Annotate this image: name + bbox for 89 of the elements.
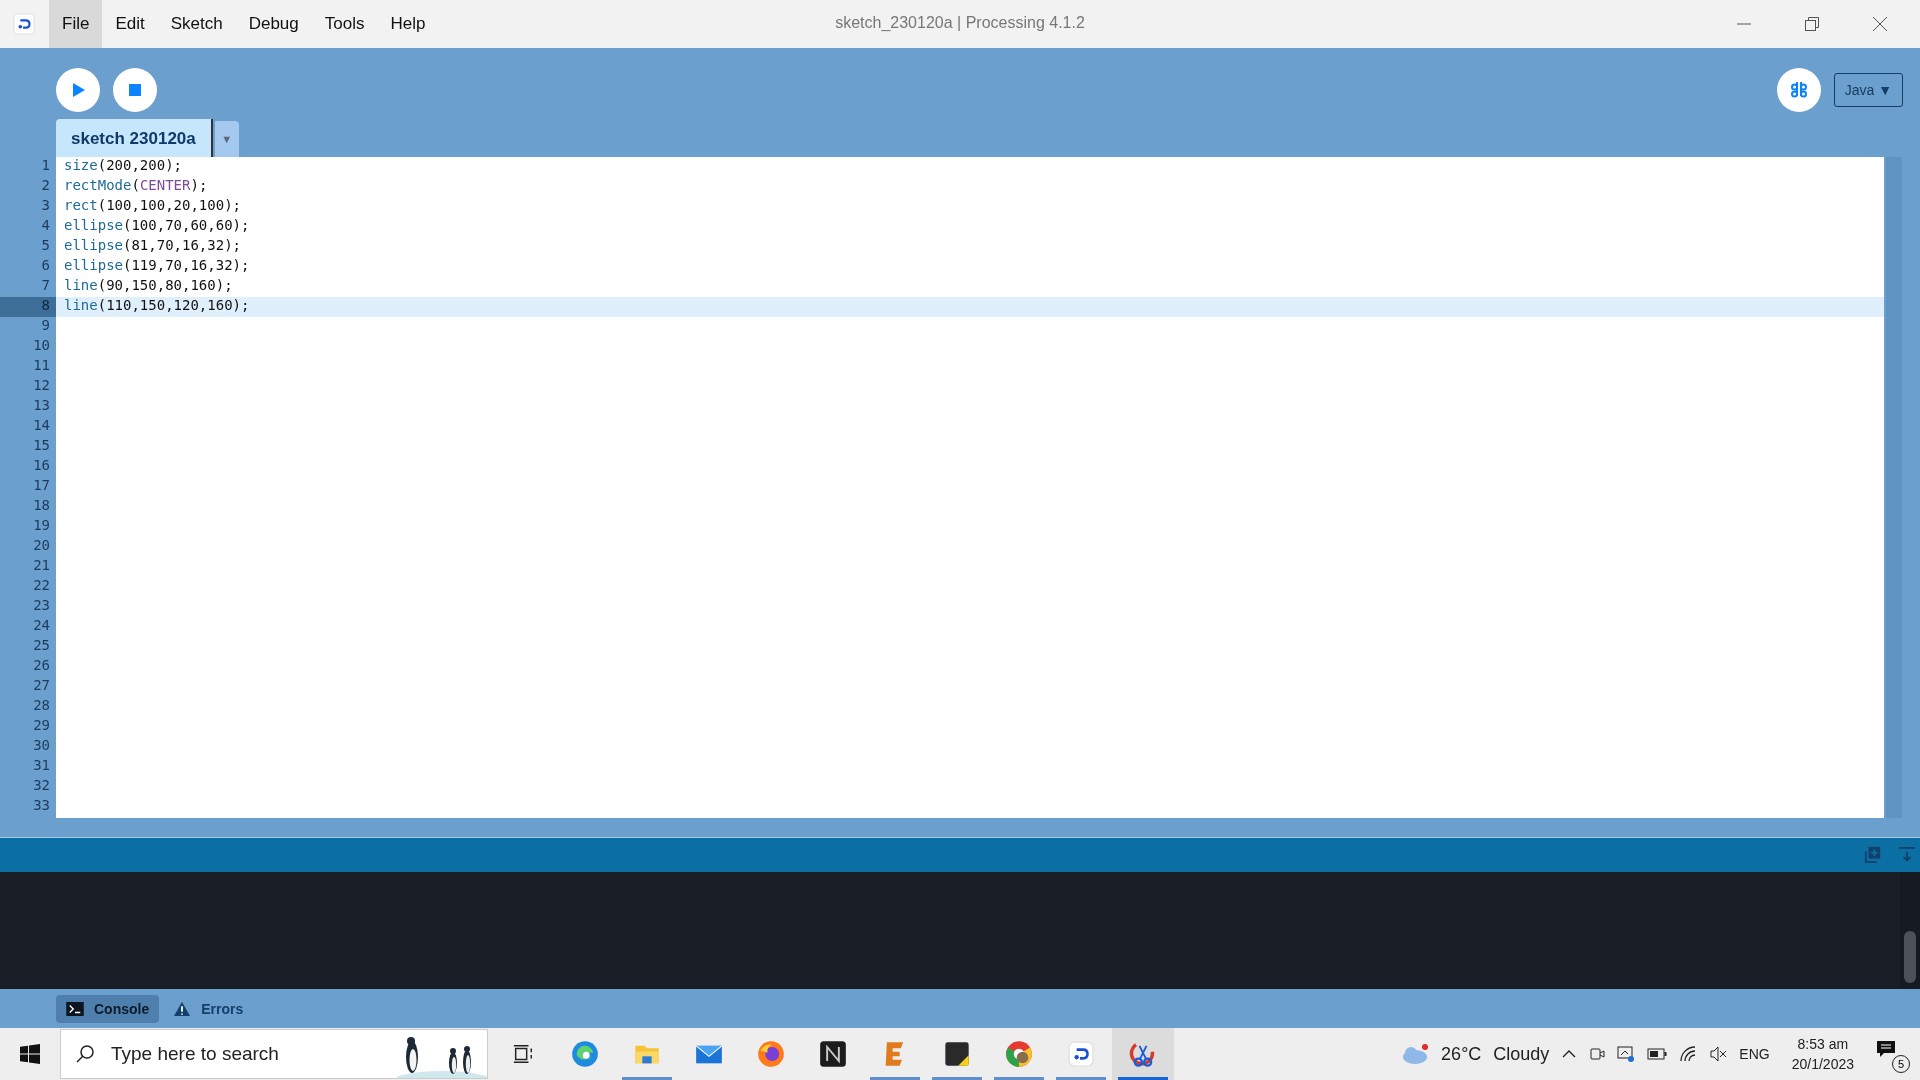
debugger-button[interactable] [1776, 68, 1821, 112]
running-indicator [1056, 1077, 1106, 1080]
sketch-tab[interactable]: sketch 230120a [56, 119, 213, 157]
start-icon[interactable] [20, 1044, 40, 1064]
line-number: 18 [32, 497, 51, 515]
battery-icon[interactable] [1647, 1048, 1668, 1060]
running-indicator [870, 1077, 920, 1080]
muted-speaker-icon[interactable] [1709, 1045, 1728, 1063]
running-indicator [994, 1077, 1044, 1080]
line-number: 27 [32, 677, 51, 695]
line-number: 5 [40, 237, 51, 255]
code-line: ellipse(81,70,16,32); [64, 237, 242, 253]
menu-item[interactable]: Sketch [157, 0, 236, 48]
line-number: 32 [32, 777, 51, 795]
menu-item[interactable]: File [49, 0, 103, 48]
code-line: ellipse(100,70,60,60); [64, 217, 250, 233]
menu-item[interactable]: Debug [235, 0, 312, 48]
line-number: 33 [32, 797, 51, 815]
terminal-icon [66, 1001, 84, 1016]
line-number: 11 [32, 357, 51, 375]
line-number: 22 [32, 577, 51, 595]
line-number: 25 [32, 637, 51, 655]
stop-button[interactable] [113, 68, 157, 112]
wifi-icon[interactable] [1679, 1045, 1698, 1063]
line-number: 10 [32, 337, 51, 355]
camera-icon[interactable] [1589, 1046, 1606, 1062]
browser-icon [571, 1040, 599, 1068]
line-number: 15 [32, 437, 51, 455]
browser-icon [757, 1040, 785, 1068]
line-number: 28 [32, 697, 51, 715]
run-button[interactable] [56, 68, 100, 112]
line-number: 24 [32, 617, 51, 635]
notification-icon[interactable] [1876, 1039, 1896, 1059]
sticky-note-icon [943, 1040, 971, 1068]
menu-item[interactable]: Help [377, 0, 439, 48]
console-tab[interactable]: Errors [163, 994, 254, 1023]
line-number: 9 [40, 317, 51, 335]
line-number: 14 [32, 417, 51, 435]
code-line: line(110,150,120,160); [64, 297, 250, 313]
line-number: 21 [32, 557, 51, 575]
processing-logo-icon [13, 13, 35, 35]
code-line: rect(100,100,20,100); [64, 197, 241, 213]
line-number: 12 [32, 377, 51, 395]
warning-icon [173, 1000, 192, 1017]
line-number: 17 [32, 477, 51, 495]
mode-dropdown[interactable]: Java ▼ [1833, 73, 1903, 107]
menu-item[interactable]: Tools [311, 0, 378, 48]
clock[interactable]: 8:53 am 20/1/2023 [1791, 1036, 1854, 1072]
line-number: 7 [40, 277, 51, 295]
console-tab[interactable]: Console [56, 994, 160, 1023]
weather-temperature[interactable]: 26°C [1441, 1043, 1482, 1065]
line-number: 6 [40, 257, 51, 275]
line-number: 26 [32, 657, 51, 675]
scrollbar-thumb[interactable] [1904, 931, 1916, 983]
notification-count: 5 [1892, 1055, 1910, 1073]
search-input[interactable]: Type here to search [109, 1042, 383, 1066]
line-number: 3 [40, 197, 51, 215]
close-icon[interactable] [1872, 16, 1888, 32]
weather-condition[interactable]: Cloudy [1493, 1043, 1550, 1065]
code-line: line(90,150,80,160); [64, 277, 233, 293]
line-number: 19 [32, 517, 51, 535]
line-number: 23 [32, 597, 51, 615]
window-title: sketch_230120a | Processing 4.1.2 [834, 14, 1086, 32]
search-bar[interactable]: Type here to search [60, 1029, 488, 1079]
restore-icon[interactable] [1804, 16, 1820, 32]
code-line: rectMode(CENTER); [64, 177, 208, 193]
line-number: 8 [0, 297, 56, 317]
line-number: 13 [32, 397, 51, 415]
line-number: 29 [32, 717, 51, 735]
menu-item[interactable]: Edit [102, 0, 158, 48]
language-indicator[interactable]: ENG [1739, 1046, 1770, 1062]
line-number: 2 [40, 177, 51, 195]
code-line: size(200,200); [64, 157, 182, 173]
code-line: ellipse(119,70,16,32); [64, 257, 250, 273]
line-number: 4 [40, 217, 51, 235]
task-view-icon [512, 1043, 534, 1065]
browser-icon [1005, 1040, 1033, 1068]
running-indicator [1118, 1077, 1168, 1080]
line-number: 31 [32, 757, 51, 775]
running-indicator [622, 1077, 672, 1080]
line-number: 16 [32, 457, 51, 475]
line-number: 30 [32, 737, 51, 755]
line-number: 1 [40, 157, 51, 175]
running-indicator [932, 1077, 982, 1080]
monitor-icon[interactable] [1617, 1045, 1636, 1063]
search-icon [75, 1044, 95, 1064]
notebook-icon [819, 1040, 847, 1068]
line-number: 20 [32, 537, 51, 555]
processing-logo-icon [1068, 1041, 1094, 1067]
